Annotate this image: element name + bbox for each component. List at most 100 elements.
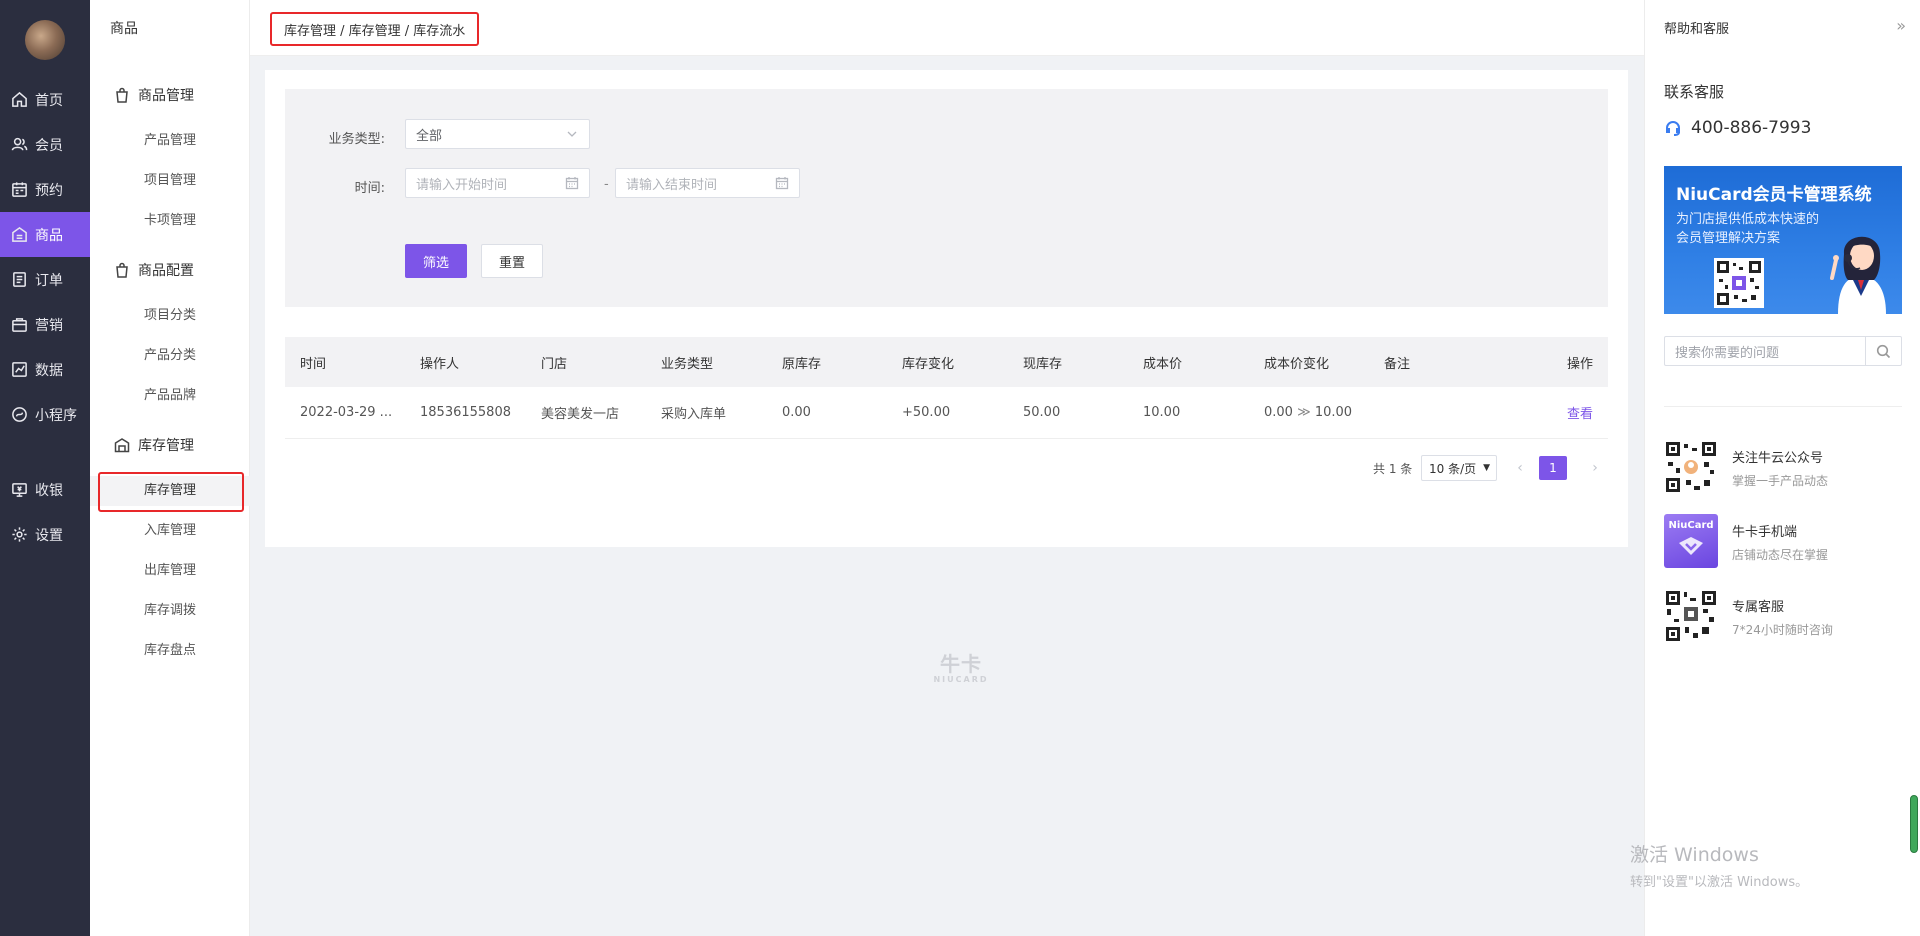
cell-operator: 18536155808	[420, 405, 511, 420]
time-label: 时间:	[354, 181, 385, 196]
business-type-value: 全部	[416, 128, 443, 144]
sub-item-product-brand[interactable]: 产品品牌	[90, 381, 250, 411]
start-time-input[interactable]: 请输入开始时间	[405, 168, 590, 198]
nav-item-members[interactable]: 会员	[0, 122, 90, 167]
main-nav: 首页 会员 预约 商品 订单 营销 数据 小程序 收银 设置	[0, 0, 90, 936]
collapse-icon[interactable]: »	[1896, 16, 1906, 35]
bag-icon	[116, 262, 128, 278]
cell-cost: 10.00	[1143, 405, 1181, 420]
niucard-app-icon: NiuCard	[1664, 514, 1718, 568]
cell-orig-stock: 0.00	[782, 405, 811, 420]
col-orig-stock: 原库存	[782, 356, 822, 372]
inventory-log-table: 时间 操作人 门店 业务类型 原库存 库存变化 现库存 成本价 成本价变化 备注…	[285, 337, 1608, 439]
bag-icon	[116, 87, 128, 103]
group-goods-management: 商品管理	[114, 84, 194, 106]
marketing-icon	[10, 316, 28, 334]
sub-item-project-management[interactable]: 项目管理	[90, 166, 250, 196]
breadcrumb[interactable]: 库存管理 / 库存管理 / 库存流水	[270, 12, 480, 46]
chart-icon	[10, 361, 28, 379]
nav-item-data[interactable]: 数据	[0, 347, 90, 392]
cashier-icon	[10, 481, 28, 499]
cost-from: 0.00	[1264, 405, 1293, 420]
business-type-label: 业务类型:	[328, 132, 385, 147]
nav-item-goods[interactable]: 商品	[0, 212, 90, 257]
nav-item-settings[interactable]: 设置	[0, 512, 90, 557]
chevron-down-icon	[565, 127, 579, 141]
niucard-watermark-logo: 牛卡 NIUCARD	[933, 652, 989, 684]
subnav-title: 商品	[110, 21, 138, 37]
sub-item-product-category[interactable]: 产品分类	[90, 341, 250, 371]
page-1-button[interactable]: 1	[1539, 456, 1567, 480]
col-remark: 备注	[1384, 356, 1411, 372]
page-size-select[interactable]: 10 条/页 ▼	[1421, 455, 1497, 481]
reset-button[interactable]: 重置	[481, 244, 543, 278]
promo-wechat-official[interactable]: 关注牛云公众号 掌握一手产品动态	[1664, 440, 1902, 494]
col-action: 操作	[1566, 356, 1593, 372]
side-scroll-handle[interactable]	[1910, 795, 1918, 853]
nav-item-label: 设置	[35, 527, 63, 544]
cell-current-stock: 50.00	[1023, 405, 1061, 420]
group-inventory: 库存管理	[114, 434, 194, 456]
sub-item-stock-out[interactable]: 出库管理	[90, 556, 250, 586]
help-search-input[interactable]: 搜索你需要的问题	[1664, 336, 1902, 366]
col-time: 时间	[300, 356, 327, 372]
cell-time: 2022-03-29 ...	[300, 405, 393, 420]
col-operator: 操作人	[420, 356, 460, 372]
search-button[interactable]	[1865, 337, 1901, 365]
sub-item-inventory-management[interactable]: 库存管理	[90, 476, 250, 506]
sub-item-card-management[interactable]: 卡项管理	[90, 206, 250, 236]
promo-mobile-app[interactable]: NiuCard 牛卡手机端 店铺动态尽在掌握	[1664, 514, 1902, 568]
banner-title: NiuCard会员卡管理系统	[1676, 185, 1872, 205]
members-icon	[10, 136, 28, 154]
qr-code-icon	[1714, 258, 1764, 308]
cell-cost-change: 0.00 ≫ 10.00	[1264, 405, 1352, 420]
sub-item-stock-in[interactable]: 入库管理	[90, 516, 250, 546]
main-card: 业务类型: 全部 时间: 请输入开始时间 - 请输入结束时间 筛选 重置 时间 …	[265, 70, 1628, 547]
sub-item-product-management[interactable]: 产品管理	[90, 126, 250, 156]
cost-to: 10.00	[1314, 405, 1353, 420]
nav-item-miniapp[interactable]: 小程序	[0, 392, 90, 437]
group-goods-config: 商品配置	[114, 259, 194, 281]
promo-banner[interactable]: NiuCard会员卡管理系统 为门店提供低成本快速的会员管理解决方案	[1664, 166, 1902, 314]
nav-item-label: 预约	[35, 182, 63, 199]
nav-item-label: 会员	[35, 137, 63, 154]
pagination: 共 1 条 10 条/页 ▼ ‹ 1 ›	[265, 455, 1628, 481]
sub-item-stock-transfer[interactable]: 库存调拨	[90, 596, 250, 626]
sub-item-stock-count[interactable]: 库存盘点	[90, 636, 250, 666]
nav-item-cashier[interactable]: 收银	[0, 467, 90, 512]
nav-item-home[interactable]: 首页	[0, 77, 90, 122]
help-title: 帮助和客服	[1664, 22, 1730, 37]
col-current-stock: 现库存	[1023, 356, 1063, 372]
divider	[1664, 406, 1902, 407]
sub-nav: 商品 商品管理 产品管理 项目管理 卡项管理 商品配置 项目分类 产品分类 产品…	[90, 0, 250, 936]
cell-store: 美容美发一店	[541, 407, 620, 422]
view-link[interactable]: 查看	[1567, 403, 1593, 422]
end-time-input[interactable]: 请输入结束时间	[615, 168, 800, 198]
table-row: 2022-03-29 ... 18536155808 美容美发一店 采购入库单 …	[285, 387, 1608, 439]
phone-number: 400-886-7993	[1664, 118, 1811, 138]
qr-code-icon	[1664, 440, 1718, 494]
business-type-select[interactable]: 全部	[405, 119, 590, 149]
col-store: 门店	[541, 356, 568, 372]
chevron-down-icon: ▼	[1483, 463, 1490, 473]
customer-service-illustration	[1830, 236, 1886, 314]
avatar[interactable]	[25, 20, 65, 60]
filter-button[interactable]: 筛选	[405, 244, 467, 278]
col-cost-change: 成本价变化	[1264, 356, 1330, 372]
nav-item-marketing[interactable]: 营销	[0, 302, 90, 347]
nav-item-booking[interactable]: 预约	[0, 167, 90, 212]
next-page-button[interactable]: ›	[1585, 458, 1605, 478]
nav-item-label: 收银	[35, 482, 63, 499]
nav-item-label: 首页	[35, 92, 63, 109]
nav-item-label: 订单	[35, 272, 63, 289]
nav-item-label: 商品	[35, 227, 63, 244]
date-range-separator: -	[604, 177, 609, 192]
qr-code-icon	[1664, 589, 1718, 643]
nav-item-orders[interactable]: 订单	[0, 257, 90, 302]
col-biz-type: 业务类型	[661, 356, 714, 372]
prev-page-button[interactable]: ‹	[1510, 458, 1530, 478]
promo-dedicated-support[interactable]: 专属客服 7*24小时随时咨询	[1664, 589, 1902, 643]
table-header: 时间 操作人 门店 业务类型 原库存 库存变化 现库存 成本价 成本价变化 备注…	[285, 337, 1608, 387]
sub-item-project-category[interactable]: 项目分类	[90, 301, 250, 331]
nav-item-label: 数据	[35, 362, 63, 379]
